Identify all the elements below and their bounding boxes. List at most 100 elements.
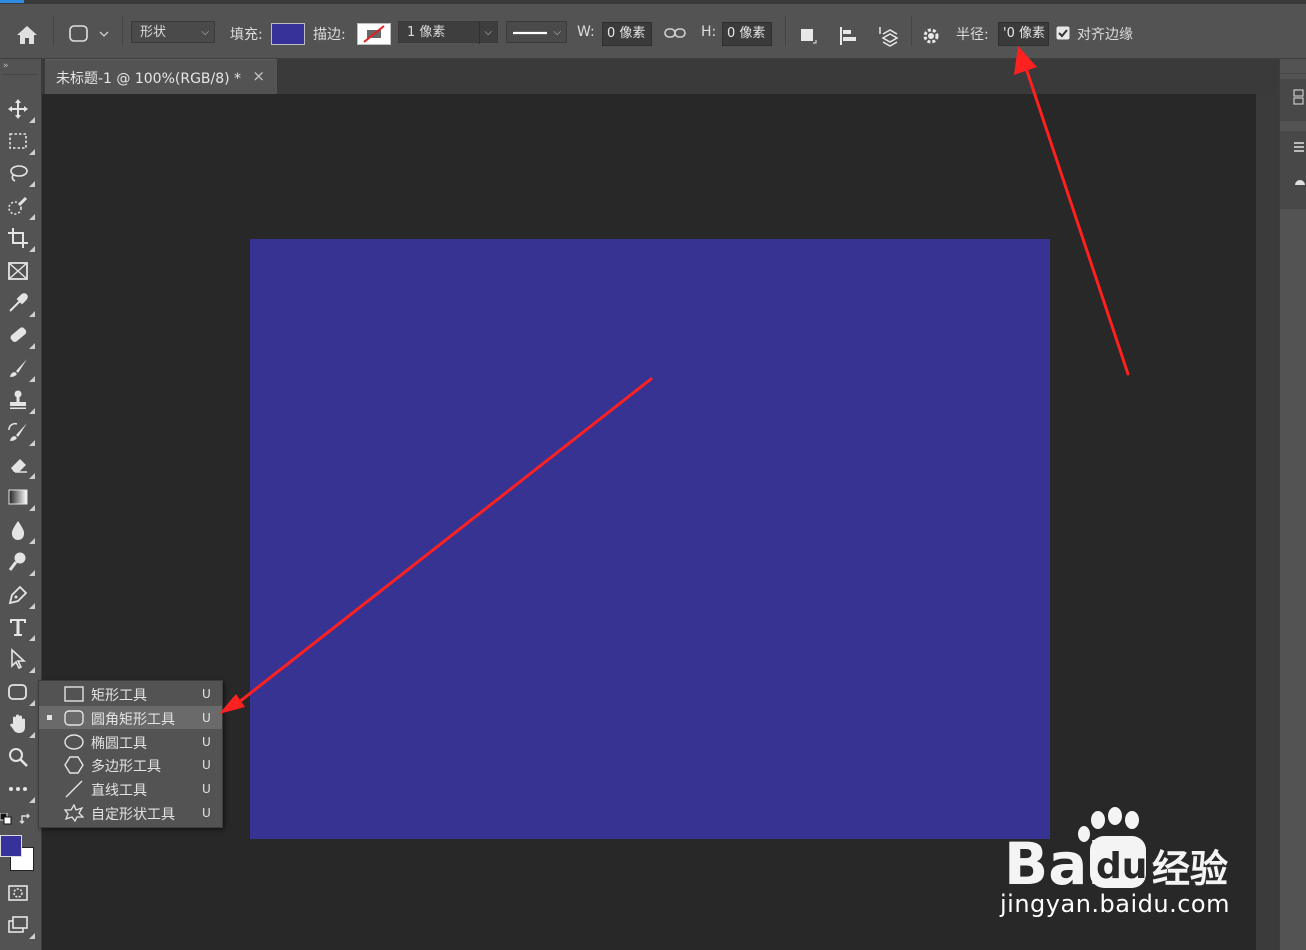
- history-brush-tool[interactable]: [4, 418, 35, 446]
- properties-icon[interactable]: [1293, 141, 1305, 161]
- history-brush-icon: [8, 422, 27, 441]
- swap-colors-icon[interactable]: [19, 812, 33, 830]
- healing-brush-tool[interactable]: [4, 321, 35, 349]
- shortcut-key: U: [202, 806, 211, 820]
- rectangle-tool-item[interactable]: 矩形工具 U: [39, 682, 222, 705]
- eyedropper-tool[interactable]: [4, 289, 35, 317]
- chevron-down-icon: ⌵: [201, 27, 209, 38]
- app-icon: [0, 0, 24, 3]
- crop-icon: [8, 228, 28, 248]
- brush-icon: [10, 359, 27, 377]
- adjustments-icon[interactable]: [1293, 175, 1305, 191]
- panel-icon[interactable]: [1293, 89, 1305, 109]
- shortcut-key: U: [202, 735, 211, 749]
- gradient-icon: [8, 489, 28, 505]
- more-tools[interactable]: [4, 775, 35, 803]
- radius-field[interactable]: '0 像素: [998, 22, 1049, 46]
- rounded-rectangle-tool-item[interactable]: 圆角矩形工具 U: [39, 706, 222, 729]
- tool-preset-picker[interactable]: [68, 24, 114, 48]
- quick-mask-icon: [8, 885, 28, 901]
- frame-icon: [8, 262, 28, 280]
- menu-item-label: 矩形工具: [91, 688, 147, 704]
- shape-tool[interactable]: [4, 678, 35, 706]
- menu-item-label: 圆角矩形工具: [91, 712, 175, 728]
- path-arrangement-icon[interactable]: [877, 24, 903, 52]
- pen-tool[interactable]: [4, 581, 35, 609]
- move-tool[interactable]: [4, 95, 35, 123]
- document-canvas[interactable]: [250, 239, 1050, 839]
- width-field[interactable]: 0 像素: [602, 22, 652, 46]
- crop-tool[interactable]: [4, 224, 35, 252]
- rectangle-icon: [64, 686, 84, 702]
- hand-icon: [10, 714, 25, 733]
- polygon-tool-item[interactable]: 多边形工具 U: [39, 753, 222, 776]
- zoom-tool[interactable]: [4, 743, 32, 771]
- stamp-icon: [10, 390, 26, 409]
- chevron-down-icon: ⌵: [553, 27, 561, 38]
- polygon-icon: [64, 756, 84, 774]
- custom-shape-tool-item[interactable]: 自定形状工具 U: [39, 801, 222, 824]
- path-select-icon: [11, 648, 27, 670]
- menu-item-label: 多边形工具: [91, 759, 161, 775]
- fill-label: 填充:: [230, 27, 263, 43]
- stroke-width-field[interactable]: 1 像素 ⌵: [398, 21, 498, 44]
- path-operations-icon[interactable]: [798, 26, 820, 50]
- menu-item-label: 自定形状工具: [91, 807, 175, 823]
- custom-shape-icon: [64, 804, 84, 822]
- eyedropper-icon: [9, 293, 28, 312]
- ellipse-tool-item[interactable]: 椭圆工具 U: [39, 730, 222, 753]
- screen-mode-button[interactable]: [4, 911, 35, 939]
- gear-icon[interactable]: [920, 25, 942, 51]
- document-tab-bar: 未标题-1 @ 100%(RGB/8) * ×: [41, 59, 1279, 94]
- ellipse-icon: [64, 734, 84, 750]
- healing-icon: [10, 327, 27, 342]
- link-icon[interactable]: [664, 26, 686, 44]
- stroke-type-dropdown[interactable]: ⌵: [506, 21, 567, 43]
- eraser-icon: [11, 459, 27, 473]
- height-field[interactable]: 0 像素: [722, 22, 772, 46]
- home-icon[interactable]: [15, 24, 39, 50]
- document-tab-title: 未标题-1 @ 100%(RGB/8) *: [56, 71, 242, 87]
- line-tool-item[interactable]: 直线工具 U: [39, 777, 222, 800]
- width-label: W:: [577, 24, 595, 40]
- watermark-url: jingyan.baidu.com: [1000, 890, 1230, 918]
- clone-stamp-tool[interactable]: [4, 386, 35, 414]
- lasso-icon: [10, 165, 28, 182]
- menu-item-label: 直线工具: [91, 783, 147, 799]
- align-edges-checkbox[interactable]: [1056, 26, 1070, 44]
- svg-text:经验: 经验: [1152, 847, 1228, 891]
- align-edges-label: 对齐边缘: [1077, 27, 1133, 43]
- blur-tool[interactable]: [4, 516, 35, 544]
- stroke-color-swatch[interactable]: [357, 23, 391, 45]
- type-tool[interactable]: [4, 613, 35, 641]
- frame-tool[interactable]: [4, 257, 32, 285]
- quick-selection-tool[interactable]: [4, 192, 35, 220]
- brush-tool[interactable]: [4, 354, 35, 382]
- path-alignment-icon[interactable]: [838, 25, 860, 51]
- stroke-width-value: 1 像素: [407, 25, 446, 40]
- collapse-icon[interactable]: »: [3, 61, 9, 71]
- stroke-label: 描边:: [313, 27, 346, 43]
- foreground-color-swatch[interactable]: [0, 835, 22, 857]
- lasso-tool[interactable]: [4, 159, 35, 187]
- tools-panel: »: [0, 59, 42, 950]
- default-colors-icon[interactable]: [0, 812, 12, 829]
- options-bar: 形状 ⌵ 填充: 描边: 1 像素 ⌵ ⌵ W: 0 像素 H: 0 像素 半径…: [0, 4, 1306, 59]
- mode-dropdown[interactable]: 形状 ⌵: [131, 21, 215, 43]
- hand-tool[interactable]: [4, 710, 35, 738]
- eraser-tool[interactable]: [4, 451, 35, 479]
- type-icon: [10, 619, 26, 636]
- fill-color-swatch[interactable]: [271, 23, 305, 45]
- path-selection-tool[interactable]: [4, 645, 35, 673]
- quick-mask-button[interactable]: [4, 879, 32, 907]
- gradient-tool[interactable]: [4, 483, 35, 511]
- marquee-tool[interactable]: [4, 127, 35, 155]
- height-label: H:: [701, 24, 717, 40]
- radius-label: 半径:: [956, 27, 989, 43]
- pen-icon: [8, 585, 28, 605]
- close-icon[interactable]: ×: [252, 67, 265, 85]
- shape-tools-flyout: 矩形工具 U 圆角矩形工具 U 椭圆工具 U 多边形工具 U 直线工具 U 自定…: [38, 680, 223, 828]
- dodge-tool[interactable]: [4, 548, 35, 576]
- document-tab[interactable]: 未标题-1 @ 100%(RGB/8) * ×: [45, 59, 277, 94]
- shortcut-key: U: [202, 782, 211, 796]
